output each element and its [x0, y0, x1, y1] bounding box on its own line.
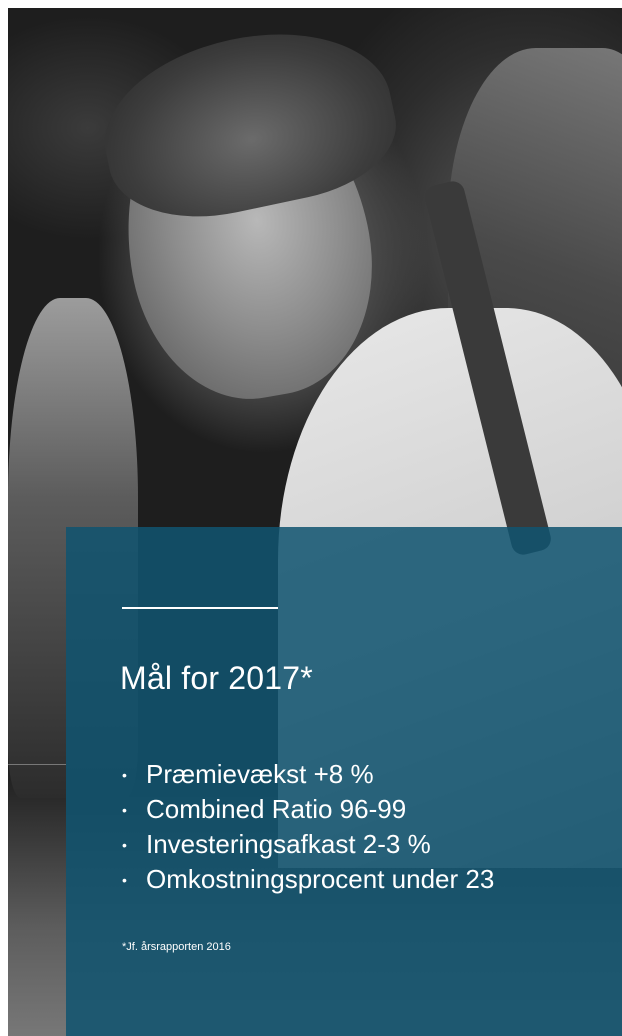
panel-title: Mål for 2017*: [120, 660, 313, 696]
bullet-icon: •: [122, 871, 127, 888]
goals-list: • Præmievækst +8 % • Combined Ratio 96-9…: [122, 757, 494, 897]
goal-label: Investeringsafkast 2-3 %: [146, 829, 431, 859]
goal-label: Præmievækst +8 %: [146, 759, 374, 789]
goal-item: • Combined Ratio 96-99: [122, 792, 494, 827]
divider-line: [0, 764, 66, 765]
title-rule: [122, 607, 278, 609]
goal-label: Combined Ratio 96-99: [146, 794, 407, 824]
goals-panel: Mål for 2017* • Præmievækst +8 % • Combi…: [66, 527, 622, 1036]
goal-item: • Investeringsafkast 2-3 %: [122, 827, 494, 862]
bullet-icon: •: [122, 836, 127, 853]
goal-label: Omkostningsprocent under 23: [146, 864, 495, 894]
bullet-icon: •: [122, 801, 127, 818]
goal-item: • Præmievækst +8 %: [122, 757, 494, 792]
bullet-icon: •: [122, 766, 127, 783]
goal-item: • Omkostningsprocent under 23: [122, 862, 494, 897]
footnote: *Jf. årsrapporten 2016: [122, 941, 231, 953]
